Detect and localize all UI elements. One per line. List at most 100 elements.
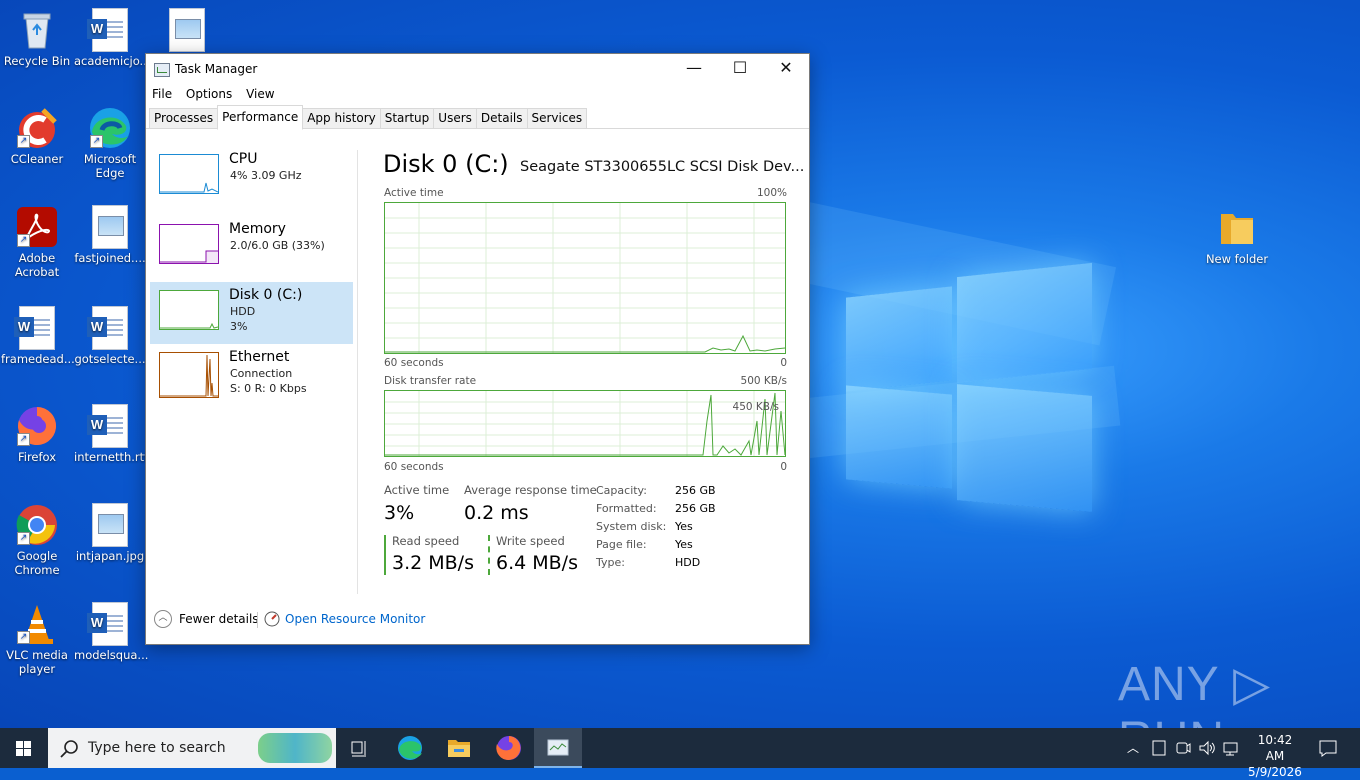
tab-performance[interactable]: Performance [217,105,304,130]
icon-label: New folder [1205,252,1269,266]
resource-monitor-icon [264,611,280,627]
fewer-details-button[interactable]: ︿ Fewer details [152,610,259,628]
task-view-button[interactable] [336,728,384,768]
write-speed-value: 6.4 MB/s [496,552,578,574]
graph-inner-label: 450 KB/s [732,401,779,413]
perf-item-memory[interactable]: Memory 2.0/6.0 GB (33%) [150,216,353,278]
graph-xlabel: 60 seconds [384,357,444,369]
graph-xlabel: 60 seconds [384,461,444,473]
taskbar-edge[interactable] [386,728,434,768]
start-button[interactable] [0,728,48,768]
perf-value: HDD [230,305,256,318]
search-highlight-icon [258,733,332,763]
image-file-icon [88,205,132,249]
desktop-icon-google-chrome[interactable]: ↗ Google Chrome [1,503,73,577]
tray-device-icon[interactable] [1152,740,1166,756]
shortcut-arrow-icon: ↗ [17,135,30,148]
tab-details[interactable]: Details [475,108,528,128]
perf-value: S: 0 R: 0 Kbps [230,382,307,395]
desktop-icon-framedead[interactable]: W framedead... [1,306,75,366]
desktop-icon-intjapan[interactable]: intjapan.jpg [74,503,146,563]
word-document-icon: W [87,404,132,448]
task-manager-window[interactable]: Task Manager — ☐ ✕ File Options View Pro… [145,53,810,645]
desktop-icon-firefox[interactable]: ↗ Firefox [1,404,73,464]
desktop-icon-microsoft-edge[interactable]: ↗ Microsoft Edge [74,106,146,180]
folder-icon [1215,206,1259,250]
shortcut-arrow-icon: ↗ [17,532,30,545]
active-time-graph [384,202,786,354]
graph-min: 0 [780,461,787,473]
taskbar-file-explorer[interactable] [435,728,483,768]
search-icon [60,740,78,758]
word-document-icon: W [87,8,132,52]
desktop-icon-internetth[interactable]: W internetth.rtf [74,404,149,464]
tab-startup[interactable]: Startup [379,108,435,128]
desktop-icon-academicjo[interactable]: W academicjo... [74,8,151,68]
tab-app-history[interactable]: App history [302,108,381,128]
icon-label: framedead... [1,352,75,366]
image-file-icon [88,503,132,547]
firefox-icon [496,736,521,760]
perf-value: Connection [230,367,293,380]
icon-label: gotselecte... [74,352,146,366]
title-bar[interactable]: Task Manager — ☐ ✕ [146,54,809,84]
clock[interactable]: 10:42 AM 5/9/2026 [1248,732,1302,780]
tab-processes[interactable]: Processes [149,108,219,128]
taskbar-firefox[interactable] [485,728,533,768]
prop-value: Yes [675,520,693,533]
search-box[interactable]: Type here to search [48,728,336,768]
desktop-icon-ccleaner[interactable]: ↗ CCleaner [1,106,73,166]
fewer-details-label: Fewer details [179,612,259,626]
image-file-icon [165,8,209,52]
perf-item-cpu[interactable]: CPU 4% 3.09 GHz [150,146,353,208]
desktop-icon-vlc[interactable]: ↗ VLC media player [1,602,73,676]
menu-options[interactable]: Options [186,84,232,104]
icon-label: internetth.rtf [74,450,149,464]
icon-label: intjapan.jpg [75,549,145,563]
open-resource-monitor-link[interactable]: Open Resource Monitor [264,610,434,628]
shortcut-arrow-icon: ↗ [90,135,103,148]
resource-monitor-label: Open Resource Monitor [285,612,426,626]
menu-view[interactable]: View [246,84,274,104]
desktop-icon-adobe-acrobat[interactable]: ↗ Adobe Acrobat [1,205,73,279]
perf-name: Memory [229,221,286,237]
perf-item-ethernet[interactable]: Ethernet Connection S: 0 R: 0 Kbps [150,348,353,410]
tab-users[interactable]: Users [433,108,477,128]
prop-value: 256 GB [675,484,716,497]
cpu-mini-graph [159,154,219,194]
tray-meet-icon[interactable] [1175,740,1191,756]
taskbar-task-manager[interactable] [534,728,582,768]
chrome-icon: ↗ [15,503,59,547]
graph-label: Disk transfer rate [384,375,477,387]
detail-title: Disk 0 (C:) [383,150,509,178]
notification-center-icon[interactable] [1318,739,1338,757]
perf-item-disk[interactable]: Disk 0 (C:) HDD 3% [150,282,353,344]
network-icon[interactable] [1222,740,1240,756]
desktop-icon-recycle-bin[interactable]: Recycle Bin [1,8,73,68]
avg-response-value: 0.2 ms [464,502,529,524]
tab-services[interactable]: Services [526,108,588,128]
taskbar: Type here to search ︿ 10:42 AM 5/9/2026 [0,728,1360,779]
tab-strip: Processes Performance App history Startu… [146,104,809,130]
icon-label: VLC media player [6,648,68,676]
prop-key: System disk: [596,520,667,533]
maximize-button[interactable]: ☐ [717,54,763,84]
desktop-icon-fastjoined[interactable]: fastjoined.... [74,205,146,265]
desktop-icon-new-folder[interactable]: New folder [1201,206,1273,266]
desktop-icon-gotselecte[interactable]: W gotselecte... [74,306,146,366]
minimize-button[interactable]: — [671,54,717,84]
icon-label: fastjoined.... [74,251,146,265]
tray-overflow-chevron-icon[interactable]: ︿ [1127,739,1139,756]
clock-time: 10:42 AM [1257,733,1293,763]
desktop-icon-image-file[interactable] [151,8,223,54]
edge-icon [398,736,422,760]
prop-key: Capacity: [596,484,647,497]
icon-label: CCleaner [10,152,64,166]
close-button[interactable]: ✕ [763,54,809,84]
volume-icon[interactable] [1198,740,1216,756]
icon-label: Recycle Bin [3,54,71,68]
menu-file[interactable]: File [152,84,172,104]
disk-model: Seagate ST3300655LC SCSI Disk Dev... [520,159,805,175]
desktop-icon-modelsqua[interactable]: W modelsqua... [74,602,148,662]
graph-max: 100% [756,187,787,199]
